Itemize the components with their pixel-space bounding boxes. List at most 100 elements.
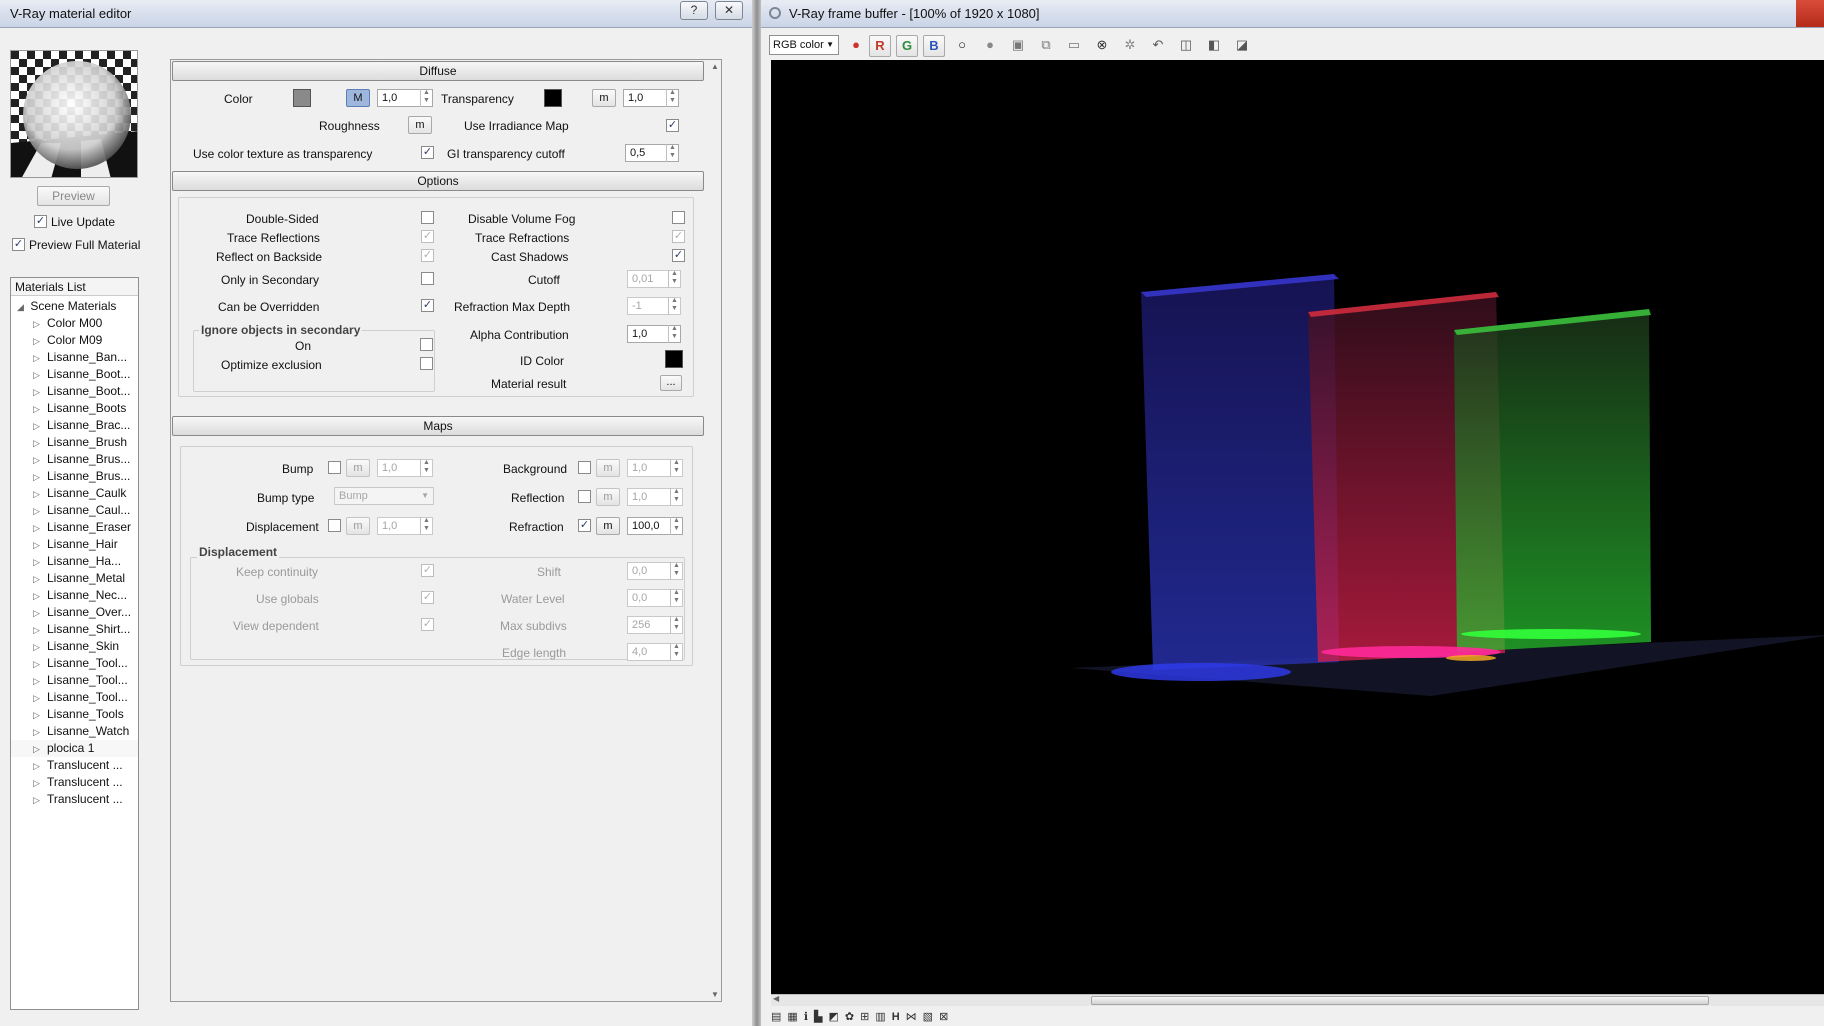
optimize-exclusion-checkbox[interactable]: [420, 357, 433, 370]
collapsed-triangle-icon[interactable]: ▷: [33, 775, 43, 791]
use-irradiance-map-checkbox[interactable]: ✓: [666, 119, 679, 132]
region-render-icon[interactable]: ◪: [1231, 35, 1253, 57]
collapsed-triangle-icon[interactable]: ▷: [33, 741, 43, 757]
color-clamp-icon[interactable]: ▧: [923, 1011, 939, 1023]
collapsed-triangle-icon[interactable]: ▷: [33, 452, 43, 468]
spinner-arrows-icon[interactable]: ▲ ▼: [670, 459, 682, 477]
double-sided-checkbox[interactable]: [421, 211, 434, 224]
collapsed-triangle-icon[interactable]: ▷: [33, 656, 43, 672]
collapsed-triangle-icon[interactable]: ▷: [33, 724, 43, 740]
channel-dropdown[interactable]: RGB color ▼: [769, 35, 839, 55]
material-list-item[interactable]: ▷ Lisanne_Ban...: [11, 349, 138, 366]
material-list-item[interactable]: ▷ Lisanne_Brac...: [11, 417, 138, 434]
view-dependent-checkbox[interactable]: ✓: [421, 618, 434, 631]
background-checkbox[interactable]: [578, 461, 591, 474]
collapsed-triangle-icon[interactable]: ▷: [33, 316, 43, 332]
collapsed-triangle-icon[interactable]: ▷: [33, 333, 43, 349]
spinner-arrows-icon[interactable]: ▲ ▼: [670, 589, 682, 607]
scrollbar-thumb[interactable]: [1091, 996, 1709, 1005]
material-list-item[interactable]: ▷ Color M00: [11, 315, 138, 332]
collapsed-triangle-icon[interactable]: ▷: [33, 690, 43, 706]
diffuse-section-header[interactable]: Diffuse: [172, 61, 704, 81]
image-info-icon[interactable]: ▤: [771, 1011, 787, 1023]
collapsed-triangle-icon[interactable]: ▷: [33, 571, 43, 587]
spinner-arrows-icon[interactable]: ▲ ▼: [670, 517, 682, 535]
collapsed-triangle-icon[interactable]: ▷: [33, 418, 43, 434]
spinner-arrows-icon[interactable]: ▲ ▼: [670, 643, 682, 661]
cast-shadows-checkbox[interactable]: ✓: [672, 249, 685, 262]
material-list-item[interactable]: ▷ Lisanne_Brus...: [11, 451, 138, 468]
refraction-checkbox[interactable]: ✓: [578, 519, 591, 532]
levels-icon[interactable]: ▙: [814, 1011, 828, 1023]
material-list-item[interactable]: ▷ Lisanne_Tools: [11, 706, 138, 723]
displacement-map-button[interactable]: m: [346, 517, 370, 535]
bookmark-icon[interactable]: ⋈: [906, 1011, 923, 1023]
material-list-item[interactable]: ▷ Lisanne_Boot...: [11, 383, 138, 400]
blue-channel-button[interactable]: B: [923, 35, 945, 57]
color-map-button[interactable]: M: [346, 89, 370, 107]
material-list-item[interactable]: ▷ Translucent ...: [11, 774, 138, 791]
transparency-swatch[interactable]: [544, 89, 562, 107]
collapsed-triangle-icon[interactable]: ▷: [33, 673, 43, 689]
material-list-item[interactable]: ▷ Lisanne_Brus...: [11, 468, 138, 485]
trace-refractions-checkbox[interactable]: ✓: [672, 230, 685, 243]
spinner-arrows-icon[interactable]: ▲ ▼: [420, 459, 432, 477]
close-icon[interactable]: [1796, 0, 1824, 27]
duplicate-icon[interactable]: ⧉: [1035, 35, 1057, 57]
compare-icon[interactable]: ◫: [1175, 35, 1197, 57]
bump-type-dropdown[interactable]: Bump ▼: [334, 487, 434, 505]
transparency-map-button[interactable]: m: [592, 89, 616, 107]
collapsed-triangle-icon[interactable]: ▷: [33, 384, 43, 400]
collapsed-triangle-icon[interactable]: ▷: [33, 588, 43, 604]
material-list-item[interactable]: ▷ Lisanne_Caulk: [11, 485, 138, 502]
material-list-item[interactable]: ▷ Color M09: [11, 332, 138, 349]
collapsed-triangle-icon[interactable]: ▷: [33, 758, 43, 774]
color-channels-icon[interactable]: ●: [845, 35, 867, 57]
info-icon[interactable]: ℹ: [804, 1011, 814, 1023]
collapsed-triangle-icon[interactable]: ▷: [33, 350, 43, 366]
alpha-channel-icon[interactable]: ○: [951, 35, 973, 57]
material-list-item[interactable]: ▷ Translucent ...: [11, 791, 138, 808]
preview-button[interactable]: Preview: [37, 186, 110, 206]
options-section-header[interactable]: Options: [172, 171, 704, 191]
trace-reflections-checkbox[interactable]: ✓: [421, 230, 434, 243]
refraction-map-button[interactable]: m: [596, 517, 620, 535]
collapsed-triangle-icon[interactable]: ▷: [33, 520, 43, 536]
material-list-item[interactable]: ▷ Lisanne_Nec...: [11, 587, 138, 604]
save-icon[interactable]: ▣: [1007, 35, 1029, 57]
use-color-texture-checkbox[interactable]: ✓: [421, 146, 434, 159]
material-list-item[interactable]: ▷ Lisanne_Caul...: [11, 502, 138, 519]
material-list-item[interactable]: ▷ Lisanne_Brush: [11, 434, 138, 451]
lut-icon[interactable]: ◧: [1203, 35, 1225, 57]
preview-full-material-checkbox[interactable]: ✓: [12, 238, 25, 251]
disable-volume-fog-checkbox[interactable]: [672, 211, 685, 224]
material-list-item[interactable]: ▷ Lisanne_Ha...: [11, 553, 138, 570]
settings-icon[interactable]: ✿: [845, 1011, 860, 1023]
bump-map-button[interactable]: m: [346, 459, 370, 477]
collapsed-triangle-icon[interactable]: ▷: [33, 435, 43, 451]
collapsed-triangle-icon[interactable]: ▷: [33, 367, 43, 383]
track-mouse-icon[interactable]: ✲: [1119, 35, 1141, 57]
material-list-item[interactable]: ▷ Lisanne_Hair: [11, 536, 138, 553]
only-in-secondary-checkbox[interactable]: [421, 272, 434, 285]
color-swatch[interactable]: [293, 89, 311, 107]
can-be-overridden-checkbox[interactable]: ✓: [421, 299, 434, 312]
collapsed-triangle-icon[interactable]: ▷: [33, 792, 43, 808]
use-globals-checkbox[interactable]: ✓: [421, 591, 434, 604]
bump-checkbox[interactable]: [328, 461, 341, 474]
collapsed-triangle-icon[interactable]: ▷: [33, 605, 43, 621]
spinner-arrows-icon[interactable]: ▲ ▼: [670, 562, 682, 580]
material-list-item[interactable]: ▷ Lisanne_Metal: [11, 570, 138, 587]
undo-icon[interactable]: ↶: [1147, 35, 1169, 57]
material-list-item[interactable]: ▷ Lisanne_Tool...: [11, 689, 138, 706]
spinner-arrows-icon[interactable]: ▲ ▼: [668, 325, 680, 343]
lens-icon[interactable]: ⊞: [860, 1011, 875, 1023]
collapsed-triangle-icon[interactable]: ▷: [33, 486, 43, 502]
panel-scrollbar[interactable]: ▲ ▼: [709, 60, 721, 1001]
horizontal-scrollbar[interactable]: ◀: [771, 994, 1824, 1006]
red-channel-button[interactable]: R: [869, 35, 891, 57]
material-list-item[interactable]: ▷ plocica 1: [11, 740, 138, 757]
collapsed-triangle-icon[interactable]: ▷: [33, 707, 43, 723]
spinner-arrows-icon[interactable]: ▲ ▼: [670, 616, 682, 634]
spinner-arrows-icon[interactable]: ▲ ▼: [666, 89, 678, 107]
